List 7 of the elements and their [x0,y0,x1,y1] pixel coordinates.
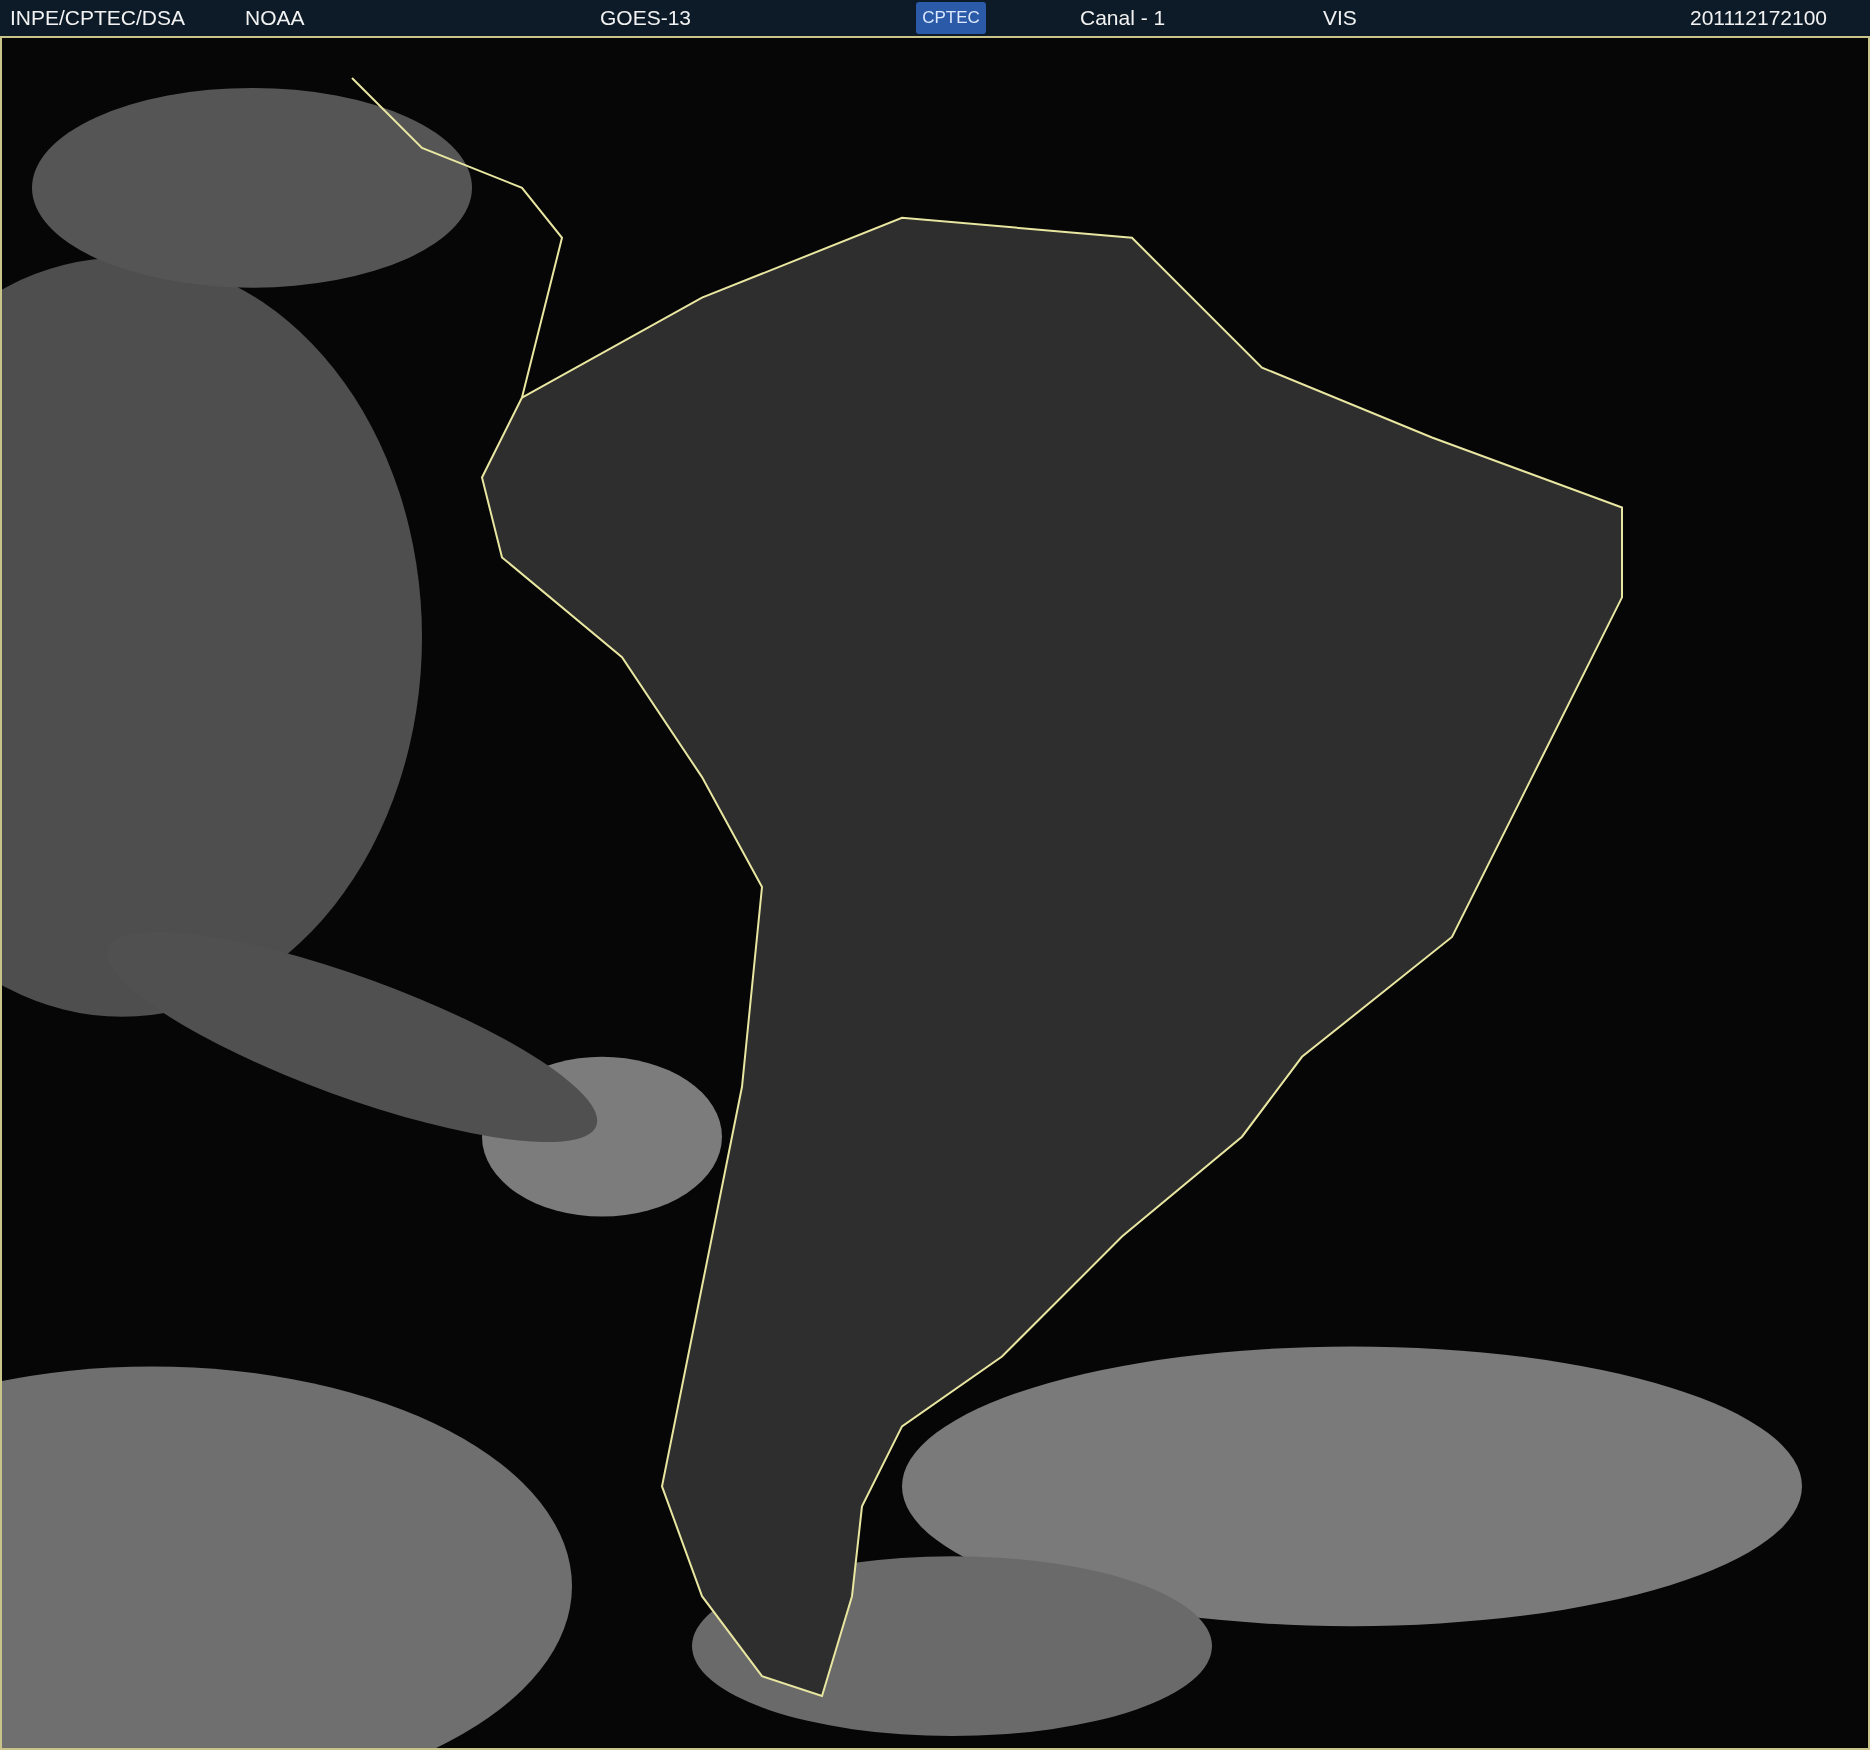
logo: CPTEC [916,2,986,34]
band-label: VIS [1323,6,1358,30]
timestamp-label: 201112172100 [1690,6,1828,30]
agency-label: NOAA [245,6,306,30]
source-label: INPE/CPTEC/DSA [10,6,187,30]
channel-label: Canal - 1 [1080,6,1167,30]
satellite-label: GOES-13 [600,6,693,30]
